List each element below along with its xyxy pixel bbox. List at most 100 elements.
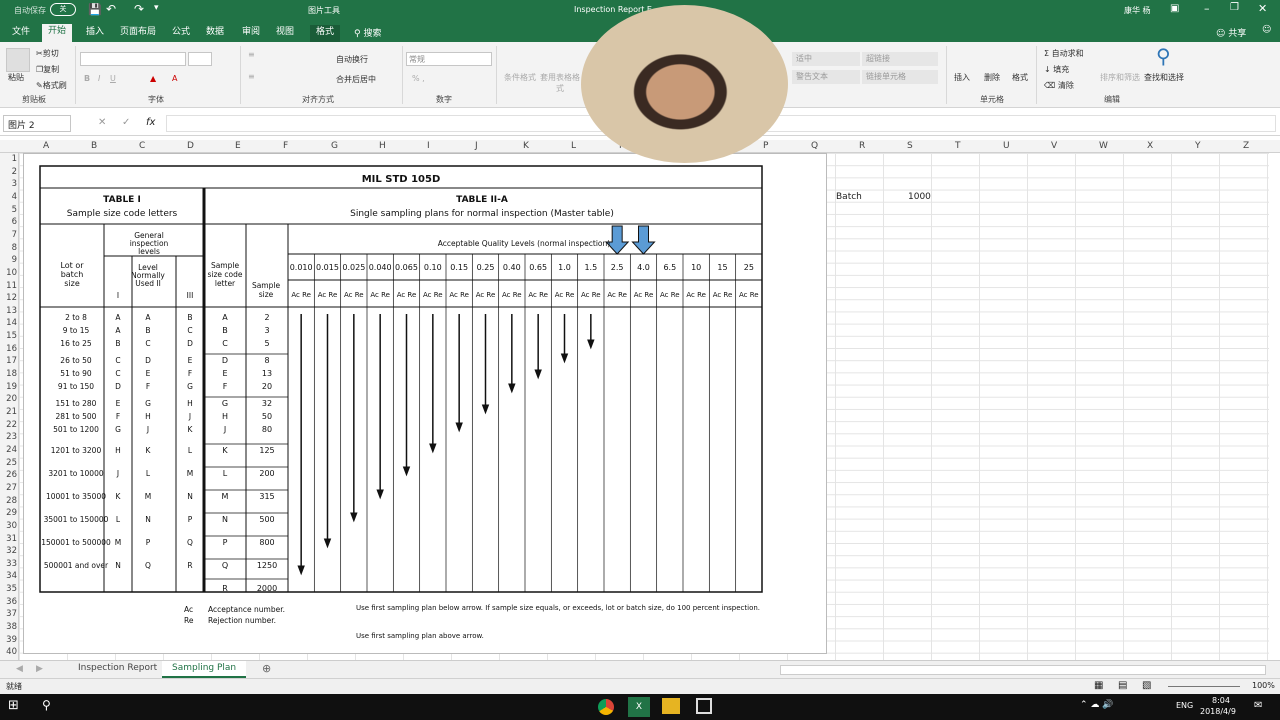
wrap-text-button[interactable]: 自动换行 [336,54,368,65]
font-color-icon[interactable]: A [172,74,177,83]
format-table-button[interactable]: 套用表格格式 [540,72,580,94]
row-header-32[interactable]: 32 [0,546,17,556]
row-header-30[interactable]: 30 [0,521,17,531]
align-left-icon[interactable]: ≡ [248,72,255,81]
minimize-icon[interactable]: – [1204,2,1210,15]
row-header-24[interactable]: 24 [0,445,17,455]
autosum-button[interactable]: Σ 自动求和 [1044,48,1084,59]
zoom-level[interactable]: 100% [1252,681,1275,690]
picture-mil-std-table[interactable]: MIL STD 105D TABLE I Sample size code lett… [23,153,827,654]
windows-start-icon[interactable]: ⊞ [8,698,19,713]
insert-cells-button[interactable]: 插入 [954,72,970,83]
excel-taskbar-icon[interactable]: X [628,697,650,717]
normal-view-icon[interactable]: ▦ [1094,680,1103,691]
tab-insert[interactable]: 插入 [80,25,110,42]
row-header-19[interactable]: 19 [0,382,17,392]
row-header-33[interactable]: 33 [0,559,17,569]
next-sheet-icon[interactable]: ▶ [36,664,43,674]
row-header-14[interactable]: 14 [0,318,17,328]
name-box[interactable]: 图片 2 [3,115,71,132]
column-header-J[interactable]: J [475,141,478,151]
column-header-V[interactable]: V [1051,141,1057,151]
column-header-Y[interactable]: Y [1195,141,1201,151]
copy-button[interactable]: ❐复制 [36,64,59,75]
row-header-18[interactable]: 18 [0,369,17,379]
row-header-3[interactable]: 3 [0,179,17,189]
save-icon[interactable]: 💾 [88,3,102,16]
row-header-31[interactable]: 31 [0,534,17,544]
app-window-icon[interactable] [696,698,712,714]
undo-icon[interactable]: ↶ [106,2,116,16]
row-header-6[interactable]: 6 [0,217,17,227]
row-header-11[interactable]: 11 [0,281,17,291]
search-icon[interactable]: ⚲ [42,698,51,712]
column-header-R[interactable]: R [859,141,865,151]
row-header-4[interactable]: 4 [0,192,17,202]
tab-data[interactable]: 数据 [200,25,230,42]
fill-color-icon[interactable]: ▲ [150,74,156,83]
row-header-40[interactable]: 40 [0,647,17,657]
language-indicator[interactable]: ENG [1176,701,1193,710]
find-select-button[interactable]: 查找和选择 [1144,72,1184,83]
horizontal-scrollbar[interactable] [780,665,1266,675]
tab-review[interactable]: 审阅 [236,25,266,42]
italic-icon[interactable]: I [98,74,100,83]
row-header-5[interactable]: 5 [0,205,17,215]
column-header-K[interactable]: K [523,141,529,151]
column-header-E[interactable]: E [235,141,241,151]
row-header-23[interactable]: 23 [0,432,17,442]
sheet-tab-inspection-report[interactable]: Inspection Report [68,661,167,678]
delete-cells-button[interactable]: 删除 [984,72,1000,83]
row-header-34[interactable]: 34 [0,571,17,581]
close-icon[interactable]: ✕ [1258,2,1267,15]
bold-icon[interactable]: B [84,74,90,83]
tab-view[interactable]: 视图 [270,25,300,42]
zoom-slider[interactable] [1168,686,1240,687]
tab-home[interactable]: 开始 [42,24,73,42]
row-header-29[interactable]: 29 [0,508,17,518]
smiley-icon[interactable]: ☺ [1262,25,1271,35]
chrome-icon[interactable] [598,699,614,715]
merge-center-button[interactable]: 合并后居中 [336,74,376,85]
cell-r4[interactable]: Batch [836,192,862,202]
row-header-13[interactable]: 13 [0,306,17,316]
column-header-S[interactable]: S [907,141,913,151]
percent-icon[interactable]: % , [412,74,425,83]
tab-file[interactable]: 文件 [6,25,36,42]
redo-icon[interactable]: ↷ [134,2,144,16]
column-header-F[interactable]: F [283,141,288,151]
tab-formulas[interactable]: 公式 [166,25,196,42]
page-break-icon[interactable]: ▧ [1142,680,1151,691]
row-header-27[interactable]: 27 [0,483,17,493]
customize-qat-icon[interactable]: ▾ [154,3,159,13]
row-header-26[interactable]: 26 [0,470,17,480]
tell-me-search[interactable]: ⚲ 搜索 [354,26,381,39]
row-header-8[interactable]: 8 [0,243,17,253]
column-header-G[interactable]: G [331,141,338,151]
conditional-format-button[interactable]: 条件格式 [502,72,538,83]
notifications-icon[interactable]: ✉ [1254,700,1262,711]
cut-button[interactable]: ✂剪切 [36,48,59,59]
style-neutral[interactable]: 适中 [792,52,860,66]
ribbon-display-icon[interactable]: ▣ [1170,3,1179,14]
number-format-select[interactable]: 常规 [406,52,492,66]
row-header-22[interactable]: 22 [0,420,17,430]
tab-page-layout[interactable]: 页面布局 [114,25,162,42]
paste-icon[interactable] [6,48,30,72]
row-header-17[interactable]: 17 [0,356,17,366]
fx-icon[interactable]: fx [146,117,155,128]
column-header-X[interactable]: X [1147,141,1153,151]
row-header-21[interactable]: 21 [0,407,17,417]
page-layout-icon[interactable]: ▤ [1118,680,1127,691]
row-header-20[interactable]: 20 [0,394,17,404]
font-name-box[interactable] [80,52,186,66]
row-header-37[interactable]: 37 [0,609,17,619]
column-header-P[interactable]: P [763,141,768,151]
tab-format[interactable]: 格式 [310,25,341,42]
row-header-28[interactable]: 28 [0,496,17,506]
column-header-W[interactable]: W [1099,141,1108,151]
enter-icon[interactable]: ✓ [122,117,130,128]
cell-s4[interactable]: 1000 [908,192,931,202]
font-size-box[interactable] [188,52,212,66]
underline-icon[interactable]: U [110,74,116,83]
